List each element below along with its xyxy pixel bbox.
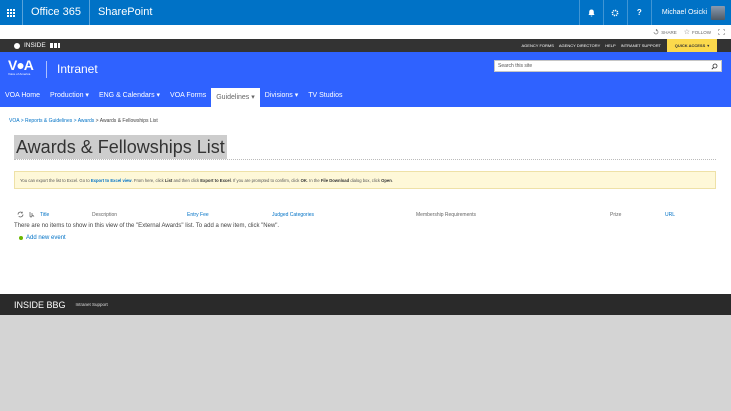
avatar[interactable] [711, 5, 725, 20]
search-box[interactable]: Search this site [494, 60, 722, 72]
search-icon[interactable] [711, 63, 718, 70]
export-notice: You can export the list to Excel. Go to … [14, 171, 716, 189]
footer-title: INSIDE BBG [14, 299, 66, 310]
suite-bar: Office 365 SharePoint ? Michael Osicki [0, 0, 731, 25]
breadcrumb-awards[interactable]: Awards [78, 118, 95, 124]
page-title: Awards & Fellowships List [14, 135, 227, 159]
settings-button[interactable] [602, 0, 627, 25]
inside-bbg-links: AGENCY FORMS AGENCY DIRECTORY HELP INTRA… [522, 39, 661, 52]
export-to-excel-view-link[interactable]: Export to Excel view [91, 178, 132, 183]
footer: INSIDE BBG Intranet Support [0, 294, 731, 315]
share-button[interactable]: SHARE [653, 29, 677, 35]
column-membership[interactable]: Membership Requirements [416, 212, 476, 218]
focus-icon [718, 29, 725, 35]
add-icon [19, 236, 23, 240]
help-link[interactable]: HELP [605, 43, 615, 48]
nav-tv-studios[interactable]: TV Studios [303, 85, 347, 107]
follow-button[interactable]: ☆ FOLLOW [684, 28, 711, 36]
arrow-circle-icon [14, 42, 20, 49]
page-actions: SHARE ☆ FOLLOW [0, 25, 731, 39]
logo-subtitle: Voice of America [8, 72, 31, 76]
title-divider [14, 159, 716, 160]
bbg-logo-icon [49, 43, 60, 48]
site-title[interactable]: Intranet [57, 62, 98, 76]
add-new-event-link[interactable]: Add new event [19, 235, 66, 241]
focus-button[interactable] [718, 29, 725, 35]
nav-eng-calendars[interactable]: ENG & Calendars ▾ [94, 85, 165, 107]
refresh-icon[interactable] [17, 211, 24, 218]
column-judged-categories[interactable]: Judged Categories [272, 212, 314, 218]
empty-list-message: There are no items to show in this view … [14, 223, 280, 229]
column-title[interactable]: Title [40, 212, 49, 218]
quick-access-button[interactable]: QUICK ACCESS ▾ [667, 39, 717, 52]
nav-production[interactable]: Production ▾ [45, 85, 94, 107]
breadcrumb: VOA > Reports & Guidelines > Awards > Aw… [9, 118, 158, 124]
quick-access-label: QUICK ACCESS [674, 43, 706, 48]
waffle-icon [7, 8, 15, 17]
breadcrumb-reports[interactable]: Reports & Guidelines [25, 118, 72, 124]
gear-icon [611, 9, 619, 16]
nav-divisions[interactable]: Divisions ▾ [260, 85, 303, 107]
notifications-button[interactable] [578, 0, 603, 25]
star-icon: ☆ [683, 29, 690, 36]
sharepoint-link[interactable]: SharePoint [88, 0, 160, 25]
follow-label: FOLLOW [691, 29, 711, 35]
agency-forms-link[interactable]: AGENCY FORMS [522, 43, 554, 48]
logo-wordmark: V●A [8, 57, 34, 73]
voa-logo[interactable]: V●A Voice of America [8, 58, 42, 80]
main-content: VOA > Reports & Guidelines > Awards > Aw… [0, 107, 731, 294]
user-name[interactable]: Michael Osicki [650, 0, 711, 25]
search-placeholder: Search this site [498, 63, 533, 69]
question-icon: ? [636, 8, 642, 17]
top-navigation: VOA Home Production ▾ ENG & Calendars ▾ … [0, 85, 731, 107]
app-launcher-button[interactable] [0, 0, 22, 25]
nav-voa-forms[interactable]: VOA Forms [165, 85, 211, 107]
breadcrumb-voa[interactable]: VOA [9, 118, 19, 124]
footer-intranet-support-link[interactable]: Intranet Support [76, 302, 108, 307]
header-divider [46, 61, 47, 78]
inside-label: INSIDE [24, 42, 46, 49]
column-url[interactable]: URL [665, 212, 675, 218]
column-prize[interactable]: Prize [610, 212, 621, 218]
inside-bbg-bar: INSIDE AGENCY FORMS AGENCY DIRECTORY HEL… [0, 39, 731, 52]
office365-brand[interactable]: Office 365 [22, 0, 89, 25]
breadcrumb-current: Awards & Fellowships List [99, 118, 158, 124]
attachment-icon[interactable] [28, 211, 35, 218]
help-button[interactable]: ? [626, 0, 651, 25]
intranet-support-link[interactable]: INTRANET SUPPORT [621, 43, 661, 48]
site-header: V●A Voice of America Intranet Search thi… [0, 52, 731, 85]
nav-voa-home[interactable]: VOA Home [0, 85, 45, 107]
inside-bbg-home-link[interactable]: INSIDE [0, 42, 60, 49]
bell-icon [588, 9, 595, 16]
agency-directory-link[interactable]: AGENCY DIRECTORY [559, 43, 600, 48]
share-label: SHARE [661, 29, 677, 35]
column-entry-fee[interactable]: Entry Fee [187, 212, 209, 218]
add-new-label: Add new event [26, 235, 66, 241]
column-description[interactable]: Description [92, 212, 117, 218]
share-icon [653, 29, 659, 35]
nav-guidelines[interactable]: Guidelines ▾ [211, 88, 260, 107]
list-header-row: Title Description Entry Fee Judged Categ… [0, 210, 731, 220]
chevron-down-icon: ▾ [707, 43, 710, 48]
